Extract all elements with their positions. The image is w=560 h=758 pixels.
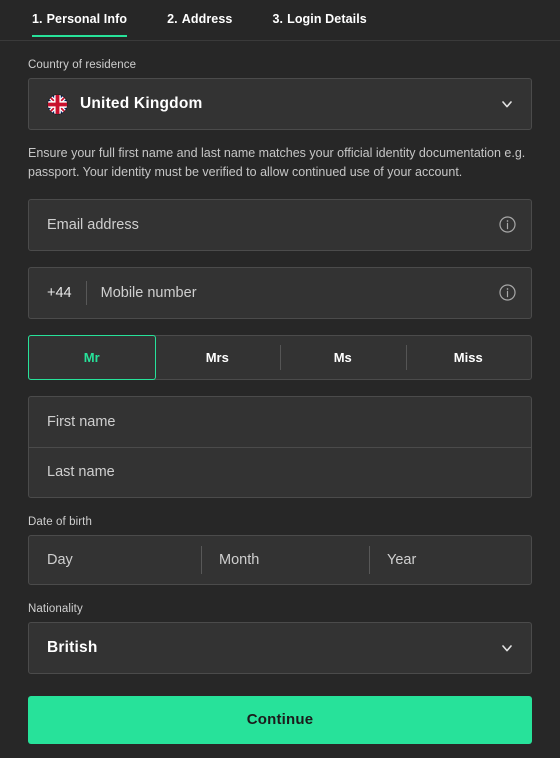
nationality-label: Nationality xyxy=(28,602,83,615)
last-name-field[interactable]: Last name xyxy=(29,446,531,497)
title-option-miss[interactable]: Miss xyxy=(405,336,532,379)
country-label: Country of residence xyxy=(28,59,137,71)
mobile-info-icon[interactable] xyxy=(498,283,517,302)
title-option-mr[interactable]: Mr xyxy=(28,334,156,380)
tab-login-details-number: 3. xyxy=(272,12,284,26)
identity-helper-text: Ensure your full first name and last nam… xyxy=(28,146,526,180)
chevron-down-icon[interactable] xyxy=(499,96,515,112)
tab-address-number: 2. xyxy=(167,12,178,26)
country-value: United Kingdom xyxy=(80,95,203,112)
stepper-divider xyxy=(0,40,560,41)
title-option-ms[interactable]: Ms xyxy=(280,336,406,379)
mobile-placeholder: Mobile number xyxy=(100,284,197,301)
last-name-placeholder: Last name xyxy=(47,464,115,481)
tab-personal-info[interactable]: 1. Personal Info xyxy=(32,0,128,37)
mobile-dial-code: +44 xyxy=(47,280,87,305)
date-of-birth-fields: Day Month Year xyxy=(28,534,532,585)
country-select[interactable]: United Kingdom xyxy=(28,78,532,130)
tab-address[interactable]: 2. Address xyxy=(167,0,232,37)
email-placeholder: Email address xyxy=(47,216,139,233)
continue-button[interactable]: Continue xyxy=(28,695,532,744)
dob-month-field[interactable]: Month xyxy=(201,536,369,584)
stepper-tabs: 1. Personal Info 2. Address 3. Login Detail… xyxy=(0,0,560,41)
tab-personal-info-number: 1. xyxy=(32,12,43,26)
form-content: Country of residence United Kingdom Ensu… xyxy=(0,59,560,744)
date-of-birth-label: Date of birth xyxy=(28,515,92,528)
nationality-chevron-down-icon[interactable] xyxy=(499,640,515,656)
tab-login-details[interactable]: 3. Login Details xyxy=(272,0,366,37)
title-selector: Mr Mrs Ms Miss xyxy=(28,334,532,380)
uk-flag-icon xyxy=(47,93,68,115)
nationality-value: British xyxy=(47,638,98,656)
dob-day-field[interactable]: Day xyxy=(29,536,201,584)
email-info-icon[interactable] xyxy=(498,215,517,234)
tab-login-details-label: Login Details xyxy=(287,12,367,26)
first-name-field[interactable]: First name xyxy=(29,397,531,447)
name-fields: First name Last name xyxy=(28,395,532,498)
email-field[interactable]: Email address xyxy=(28,198,532,251)
mobile-field[interactable]: +44 Mobile number xyxy=(28,266,532,319)
nationality-select[interactable]: British xyxy=(28,621,532,674)
dob-year-field[interactable]: Year xyxy=(369,536,531,584)
tab-address-label: Address xyxy=(181,12,233,26)
first-name-placeholder: First name xyxy=(47,413,116,430)
tab-personal-info-label: Personal Info xyxy=(46,12,128,26)
registration-page: 1. Personal Info 2. Address 3. Login Detail… xyxy=(0,0,560,758)
title-option-mrs[interactable]: Mrs xyxy=(155,336,281,379)
